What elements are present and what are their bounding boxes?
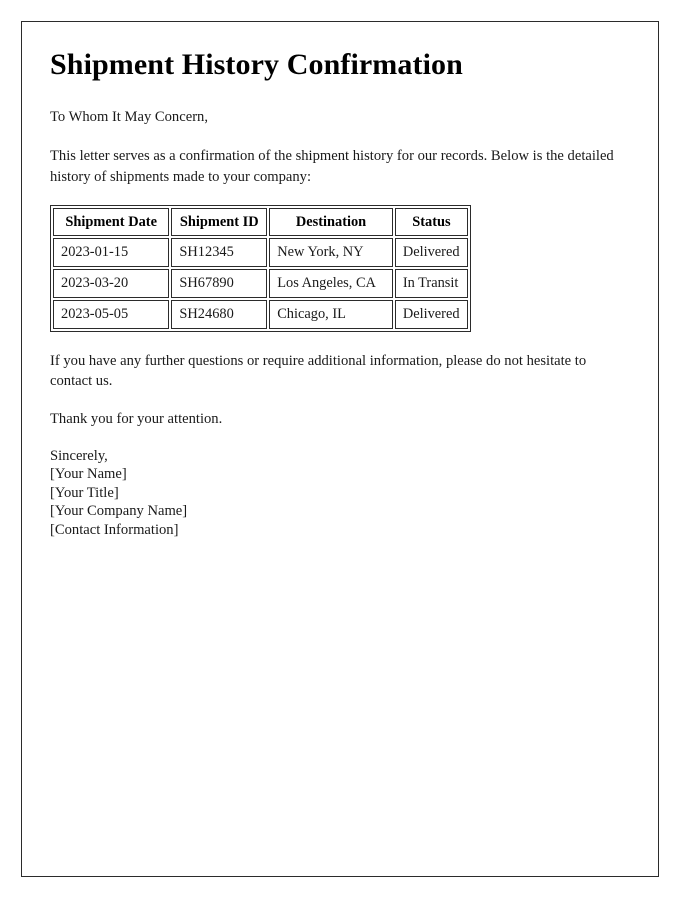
signature-line-contact: [Contact Information] [50, 521, 179, 538]
cell-destination: Chicago, IL [269, 299, 393, 329]
closing-paragraph: If you have any further questions or req… [50, 352, 587, 390]
signature-line-company: [Your Company Name] [50, 503, 188, 520]
cell-shipment-id: SH67890 [171, 269, 268, 298]
table-header: Shipment Date Shipment ID Destination St… [53, 207, 468, 237]
cell-shipment-id: SH24680 [171, 299, 268, 329]
salutation-text: To Whom It May Concern, [50, 108, 208, 125]
table-row: 2023-01-15 SH12345 New York, NY Delivere… [53, 238, 468, 268]
signature-line-name: [Your Name] [50, 466, 127, 483]
table-row: 2023-05-05 SH24680 Chicago, IL Delivered [53, 299, 468, 329]
document-body: Shipment History Confirmation To Whom It… [22, 22, 658, 539]
cell-shipment-date: 2023-01-15 [53, 238, 170, 268]
cell-status: Delivered [394, 299, 468, 329]
page-title: Shipment History Confirmation [50, 48, 463, 81]
intro-paragraph: This letter serves as a confirmation of … [50, 148, 614, 185]
cell-shipment-id: SH12345 [171, 238, 268, 268]
column-header-shipment-date: Shipment Date [53, 207, 170, 237]
column-header-destination: Destination [269, 207, 393, 237]
cell-shipment-date: 2023-03-20 [53, 269, 170, 298]
shipment-history-table: Shipment Date Shipment ID Destination St… [50, 204, 471, 332]
cell-shipment-date: 2023-05-05 [53, 299, 170, 329]
signature-line-closing: Sincerely, [50, 447, 108, 464]
document-page: Shipment History Confirmation To Whom It… [21, 21, 659, 877]
signature-line-title: [Your Title] [50, 484, 119, 501]
column-header-shipment-id: Shipment ID [171, 207, 268, 237]
table-row: 2023-03-20 SH67890 Los Angeles, CA In Tr… [53, 269, 468, 298]
thanks-paragraph: Thank you for your attention. [50, 410, 223, 427]
cell-destination: New York, NY [269, 238, 393, 268]
cell-destination: Los Angeles, CA [269, 269, 393, 298]
cell-status: In Transit [394, 269, 468, 298]
column-header-status: Status [394, 207, 468, 237]
shipment-table-container: Shipment Date Shipment ID Destination St… [50, 204, 630, 332]
table-body: 2023-01-15 SH12345 New York, NY Delivere… [53, 238, 468, 329]
table-header-row: Shipment Date Shipment ID Destination St… [53, 207, 468, 237]
cell-status: Delivered [394, 238, 468, 268]
signature-block: Sincerely, [Your Name] [Your Title] [You… [50, 447, 630, 540]
